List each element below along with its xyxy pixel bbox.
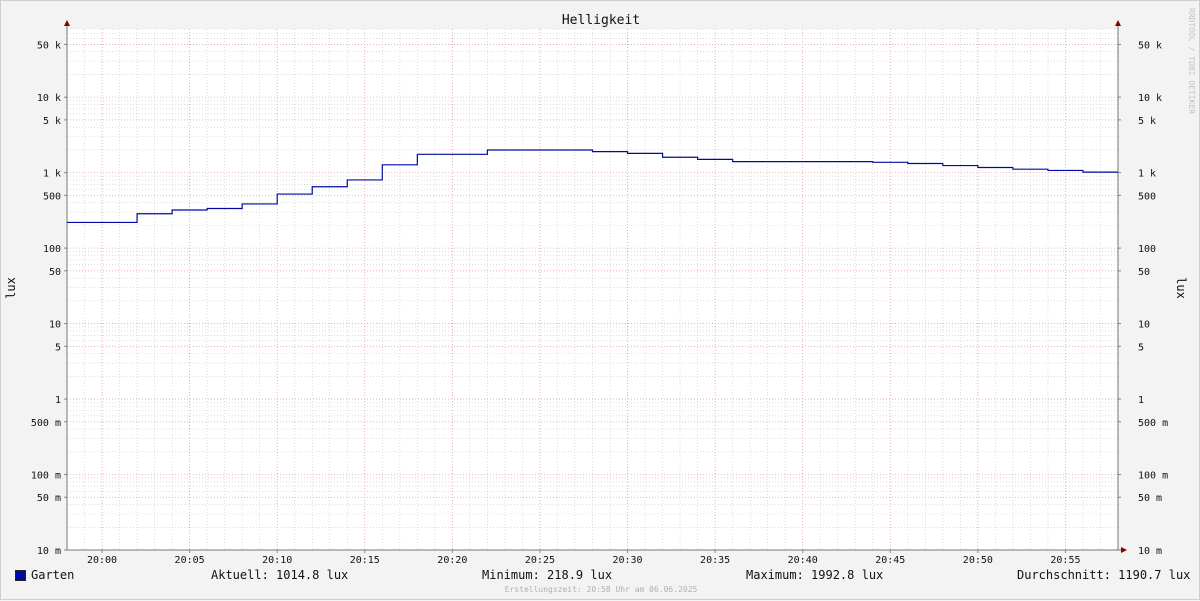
- y-tick-label: 10 k: [37, 93, 61, 104]
- y-tick-label-right: 50: [1138, 267, 1150, 278]
- x-tick-label: 20:45: [875, 555, 905, 566]
- legend-swatch-garten: [15, 570, 26, 581]
- y-tick-label-right: 500 m: [1138, 418, 1168, 429]
- y-axis-label-left: lux: [4, 277, 18, 299]
- y-tick-label-right: 5: [1138, 342, 1144, 353]
- y-axis-label-right: lux: [1174, 277, 1188, 299]
- y-tick-label: 100: [43, 244, 61, 255]
- y-tick-label: 10 m: [37, 546, 61, 557]
- x-tick-label: 20:20: [437, 555, 467, 566]
- y-tick-label-right: 10 k: [1138, 93, 1162, 104]
- creation-timestamp: Erstellungszeit: 20:58 Uhr am 06.06.2025: [1, 585, 1200, 594]
- y-tick-label-right: 100 m: [1138, 471, 1168, 482]
- x-tick-label: 20:40: [788, 555, 818, 566]
- y-tick-label-right: 50 m: [1138, 493, 1162, 504]
- y-tick-label-right: 10 m: [1138, 546, 1162, 557]
- legend-series-name: Garten: [31, 568, 74, 582]
- y-tick-label-right: 100: [1138, 244, 1156, 255]
- y-tick-label: 1 k: [43, 169, 61, 180]
- brightness-chart: 50 k 50 k 10 k 10 k 5 k 5 k 1 k 1 k 500 500 100 100…: [1, 1, 1200, 601]
- rrdtool-watermark: RRDTOOL / TOBI OETIKER: [1187, 8, 1196, 114]
- y-tick-label: 500 m: [31, 418, 61, 429]
- y-tick-label: 500: [43, 191, 61, 202]
- legend-average: Durchschnitt: 1190.7 lux: [1017, 568, 1190, 582]
- x-tick-label: 20:05: [175, 555, 205, 566]
- y-tick-label: 1: [55, 395, 61, 406]
- y-tick-label-right: 500: [1138, 191, 1156, 202]
- legend-minimum: Minimum: 218.9 lux: [482, 568, 612, 582]
- x-tick-label: 20:30: [612, 555, 642, 566]
- legend-current: Aktuell: 1014.8 lux: [211, 568, 348, 582]
- x-tick-label: 20:25: [525, 555, 555, 566]
- legend-maximum: Maximum: 1992.8 lux: [746, 568, 883, 582]
- y-tick-label: 50 m: [37, 493, 61, 504]
- y-tick-label: 10: [49, 320, 61, 331]
- x-tick-label: 20:35: [700, 555, 730, 566]
- x-tick-label: 20:15: [350, 555, 380, 566]
- y-tick-label: 5 k: [43, 116, 61, 127]
- y-tick-label-right: 50 k: [1138, 40, 1162, 51]
- x-axis-arrow: [1121, 547, 1127, 553]
- y-tick-label: 50 k: [37, 40, 61, 51]
- y-tick-label: 100 m: [31, 471, 61, 482]
- y-tick-label: 50: [49, 267, 61, 278]
- y-tick-label-right: 1 k: [1138, 169, 1156, 180]
- x-tick-label: 20:50: [963, 555, 993, 566]
- y-tick-label-right: 5 k: [1138, 116, 1156, 127]
- y-axis-arrow-left: [64, 20, 70, 26]
- graph-frame: 50 k 50 k 10 k 10 k 5 k 5 k 1 k 1 k 500 500 100 100…: [0, 0, 1200, 600]
- y-axis-arrow-right: [1115, 20, 1121, 26]
- x-tick-label: 20:10: [262, 555, 292, 566]
- y-tick-label-right: 10: [1138, 320, 1150, 331]
- x-tick-label: 20:55: [1050, 555, 1080, 566]
- x-tick-label: 20:00: [87, 555, 117, 566]
- y-tick-label-right: 1: [1138, 395, 1144, 406]
- chart-title: Helligkeit: [562, 13, 640, 28]
- y-tick-label: 5: [55, 342, 61, 353]
